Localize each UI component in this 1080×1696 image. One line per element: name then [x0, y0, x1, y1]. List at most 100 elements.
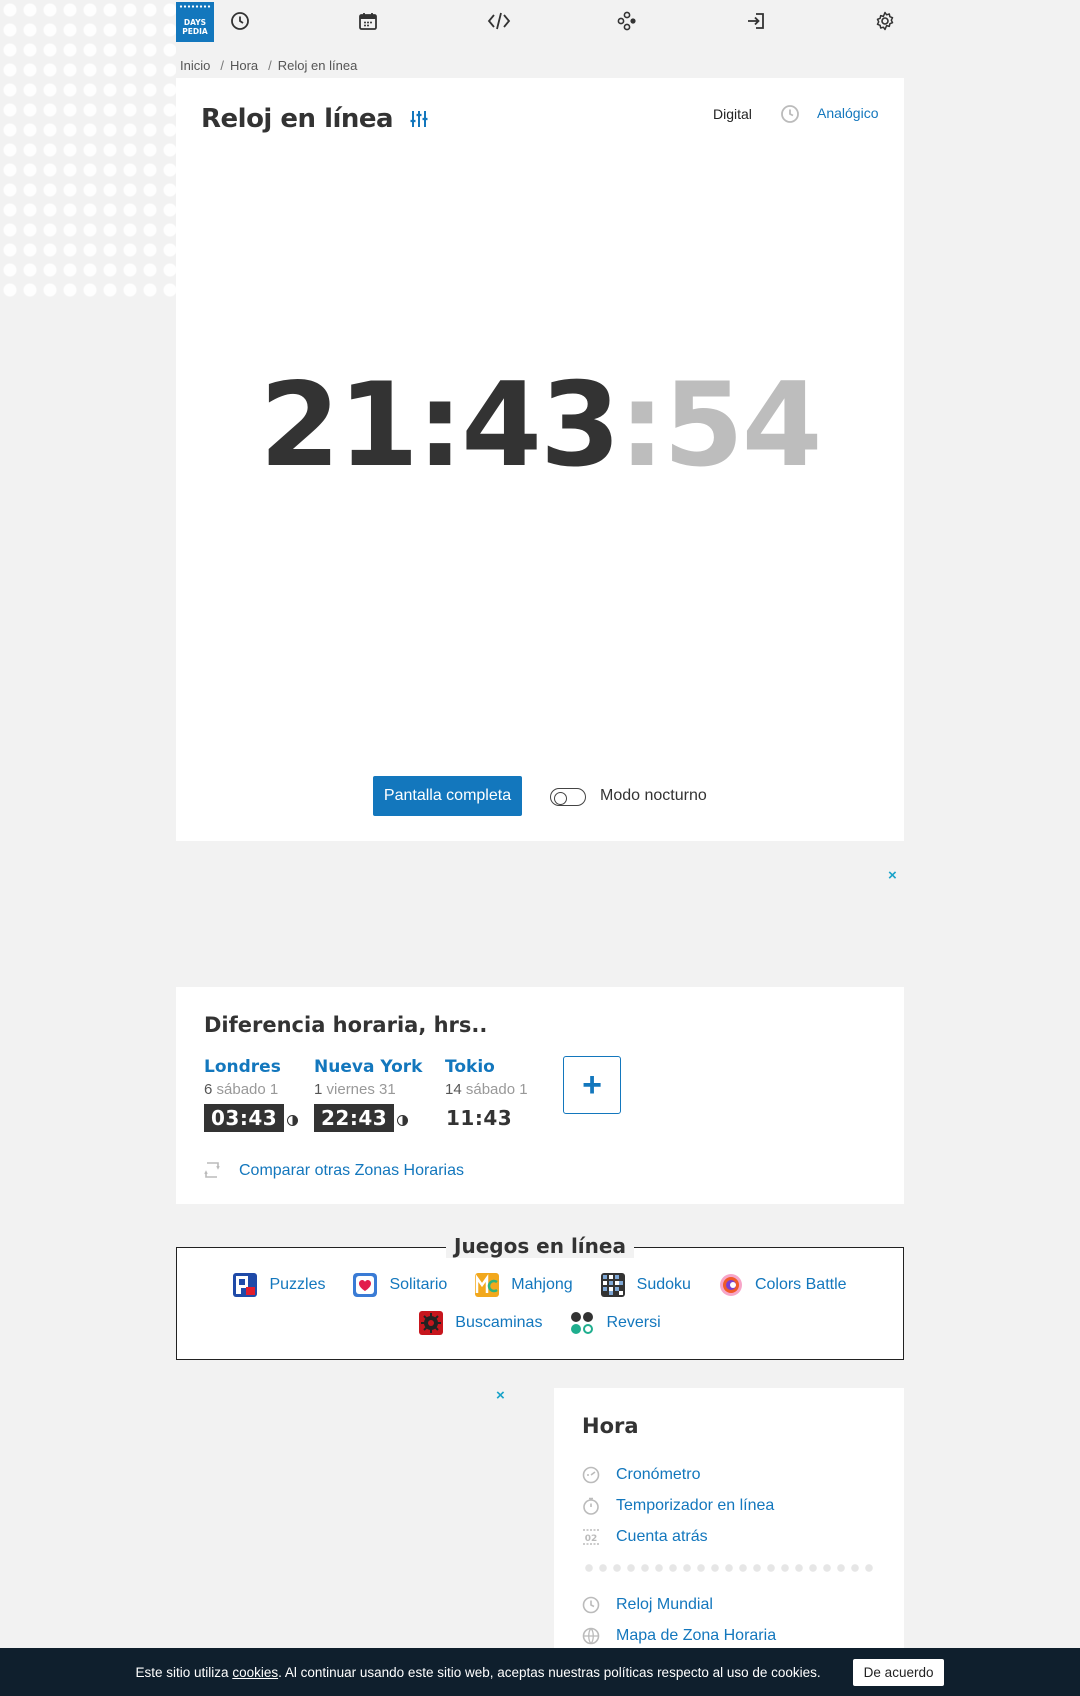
- countdown-icon: 02: [583, 1529, 599, 1545]
- city-time: 03:43: [204, 1104, 285, 1132]
- code-icon[interactable]: [487, 10, 511, 32]
- city-date: 6 sábado 1: [204, 1081, 298, 1098]
- decorative-dots: [0, 0, 176, 300]
- puzzles-icon: [233, 1273, 258, 1297]
- sidebar-item-label: Mapa de Zona Horaria: [616, 1627, 777, 1644]
- accept-cookies-button[interactable]: De acuerdo: [852, 1658, 945, 1686]
- reversi-icon: [571, 1312, 594, 1334]
- city-name[interactable]: Londres: [204, 1057, 281, 1077]
- globe-icon: [582, 1627, 600, 1645]
- game-colors-battle[interactable]: Colors Battle: [719, 1273, 847, 1297]
- breadcrumb: Inicio / Hora / Reloj en línea: [176, 44, 904, 78]
- mode-digital[interactable]: Digital: [713, 106, 752, 122]
- city-offset: 1: [314, 1081, 323, 1098]
- city-date: 14 sábado 1: [445, 1081, 528, 1098]
- svg-text:02: 02: [585, 1534, 598, 1544]
- games-row-1: Puzzles Solitario Mahjong Sudoku Colors …: [177, 1273, 903, 1297]
- game-label: Sudoku: [636, 1276, 691, 1293]
- game-label: Mahjong: [511, 1276, 573, 1293]
- colors-battle-icon: [719, 1274, 742, 1296]
- add-city-button[interactable]: +: [563, 1056, 621, 1114]
- sidebar-item-timer[interactable]: Temporizador en línea: [582, 1497, 774, 1515]
- sidebar-item-label: Reloj Mundial: [616, 1596, 713, 1613]
- clock-icon[interactable]: [229, 10, 251, 32]
- top-nav: DAYS PEDIA: [176, 0, 904, 44]
- breadcrumb-home[interactable]: Inicio: [180, 58, 210, 73]
- city-day: sábado 1: [216, 1081, 279, 1098]
- game-label: Reversi: [606, 1314, 661, 1331]
- time-difference-title: Diferencia horaria, hrs..: [204, 1013, 488, 1037]
- city-offset: 6: [204, 1081, 213, 1098]
- solitaire-icon: [353, 1273, 378, 1297]
- digital-clock: 21:43:54: [176, 368, 904, 484]
- breadcrumb-sep: /: [268, 58, 272, 73]
- clock-seconds: :54: [618, 358, 823, 493]
- game-puzzles[interactable]: Puzzles: [233, 1273, 325, 1297]
- login-icon[interactable]: [745, 10, 767, 32]
- city-offset: 14: [445, 1081, 462, 1098]
- breadcrumb-sep: /: [220, 58, 224, 73]
- logo-line1: DAYS: [183, 18, 207, 27]
- ad-close-icon[interactable]: ×: [888, 867, 897, 884]
- half-moon-icon: [397, 1115, 409, 1127]
- game-label: Puzzles: [269, 1276, 326, 1293]
- analog-clock-icon: [780, 104, 800, 124]
- city-time: 22:43: [314, 1104, 395, 1132]
- cookies-link[interactable]: cookies: [232, 1665, 278, 1680]
- breadcrumb-hora[interactable]: Hora: [230, 58, 258, 73]
- cookie-text-before: Este sitio utiliza: [135, 1664, 233, 1680]
- site-logo[interactable]: DAYS PEDIA: [176, 2, 214, 42]
- city-time: 11:43: [446, 1106, 513, 1130]
- games-row-2: Buscaminas Reversi: [177, 1311, 903, 1335]
- mahjong-icon: [475, 1273, 500, 1297]
- games-icon[interactable]: [616, 10, 638, 32]
- gear-icon[interactable]: [874, 10, 896, 32]
- game-reversi[interactable]: Reversi: [570, 1311, 661, 1335]
- minesweeper-icon: [419, 1311, 444, 1335]
- stopwatch-icon: [582, 1466, 600, 1484]
- games-title-wrap: Juegos en línea: [177, 1234, 903, 1258]
- clock-card: Reloj en línea Digital Analógico 21:43:5…: [176, 78, 904, 841]
- timer-icon: [583, 1497, 599, 1515]
- cookie-banner: Este sitio utiliza cookies. Al continuar…: [0, 1648, 1080, 1696]
- games-title: Juegos en línea: [446, 1234, 634, 1258]
- sliders-icon[interactable]: [408, 108, 430, 130]
- sidebar-item-label: Cuenta atrás: [616, 1528, 708, 1545]
- sidebar-item-label: Cronómetro: [616, 1466, 701, 1483]
- ad-close-icon[interactable]: ×: [496, 1387, 505, 1404]
- night-mode-label: Modo nocturno: [600, 787, 707, 804]
- logo-line2: PEDIA: [182, 27, 208, 36]
- game-solitaire[interactable]: Solitario: [353, 1273, 447, 1297]
- breadcrumb-current: Reloj en línea: [277, 58, 358, 73]
- city-date: 1 viernes 31: [314, 1081, 422, 1098]
- city-day: viernes 31: [326, 1081, 396, 1098]
- game-minesweeper[interactable]: Buscaminas: [419, 1311, 542, 1335]
- city-london: Londres 6 sábado 1 03:43: [204, 1057, 299, 1132]
- sudoku-icon: [600, 1273, 625, 1297]
- page: DAYS PEDIA Inicio / Hora / Reloj en línea Re…: [176, 0, 904, 1696]
- night-mode-toggle[interactable]: [550, 788, 586, 806]
- sidebar-item-stopwatch[interactable]: Cronómetro: [582, 1466, 700, 1484]
- city-new-york: Nueva York 1 viernes 31 22:43: [314, 1057, 422, 1132]
- fullscreen-button[interactable]: Pantalla completa: [373, 776, 522, 816]
- calendar-icon[interactable]: [357, 10, 379, 32]
- page-title: Reloj en línea: [201, 104, 394, 134]
- sidebar-separator: [582, 1564, 878, 1572]
- sidebar-item-timezone-map[interactable]: Mapa de Zona Horaria: [582, 1627, 776, 1645]
- city-tokyo: Tokio 14 sábado 1 11:43: [445, 1057, 528, 1132]
- half-moon-icon: [287, 1115, 299, 1127]
- sidebar-item-world-clock[interactable]: Reloj Mundial: [582, 1596, 713, 1614]
- sidebar-title: Hora: [582, 1414, 639, 1438]
- city-name[interactable]: Tokio: [445, 1057, 495, 1077]
- mode-analog-link[interactable]: Analógico: [817, 105, 879, 121]
- game-sudoku[interactable]: Sudoku: [600, 1273, 691, 1297]
- cookie-text-after: . Al continuar usando este sitio web, ac…: [278, 1664, 821, 1680]
- time-difference-card: Diferencia horaria, hrs.. Londres 6 sába…: [176, 987, 904, 1204]
- city-name[interactable]: Nueva York: [314, 1057, 422, 1077]
- compare-icon: [201, 1159, 223, 1181]
- compare-timezones-link[interactable]: Comparar otras Zonas Horarias: [239, 1162, 464, 1180]
- sidebar-item-countdown[interactable]: 02 Cuenta atrás: [582, 1528, 708, 1546]
- sidebar-item-label: Temporizador en línea: [616, 1497, 775, 1514]
- world-clock-icon: [582, 1596, 600, 1614]
- game-mahjong[interactable]: Mahjong: [475, 1273, 573, 1297]
